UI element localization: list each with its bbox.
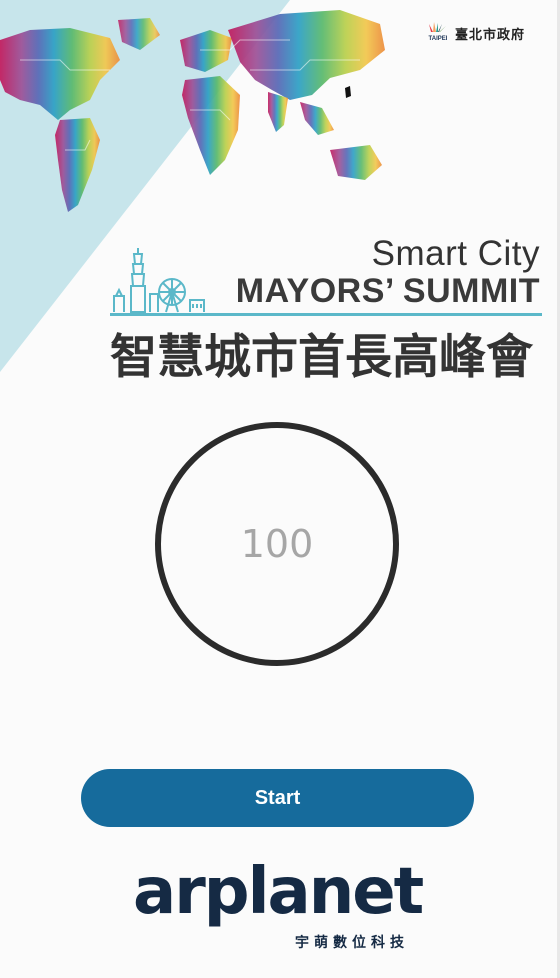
svg-text:TAIPEI: TAIPEI [429,36,448,42]
brand-name-chinese: 宇萌數位科技 [295,935,409,951]
counter-value: 100 [240,522,314,566]
taipei-government-logo: TAIPEI 臺北市政府 [425,20,525,46]
summit-divider [110,313,542,316]
taipei-logo-icon: TAIPEI [429,22,448,42]
summit-title-line1: Smart City [371,234,540,273]
brand-name: arplanet [133,855,424,929]
government-name: 臺北市政府 [455,27,526,43]
arplanet-logo: arplanet 宇萌數位科技 [133,860,433,960]
page: TAIPEI 臺北市政府 Smart City MAYORS’ SUMMIT 智… [0,0,560,978]
summit-logo: Smart City MAYORS’ SUMMIT 智慧城市首長高峰會 [110,232,542,385]
summit-title-chinese: 智慧城市首長高峰會 [110,330,533,385]
counter-ring: 100 [155,422,399,666]
summit-title-line2: MAYORS’ SUMMIT [235,272,540,310]
skyline-icon [113,248,205,313]
start-button[interactable]: Start [81,769,474,827]
world-map-icon [0,10,385,212]
